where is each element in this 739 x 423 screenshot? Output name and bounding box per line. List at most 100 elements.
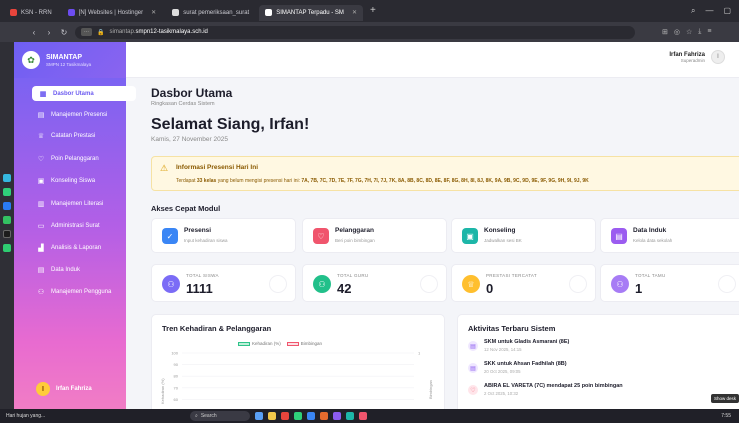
trophy-icon: ♕ (37, 132, 45, 140)
activity-time: 2 Oct 2025, 10:32 (484, 391, 519, 396)
alert-count: 33 kelas (196, 178, 217, 184)
y-tick-label: 70 (174, 385, 179, 390)
decor-circle (569, 275, 587, 293)
top-navbar: ✿ SIMANTAP SMPN 12 Tasikmalaya Irfan Fah… (14, 42, 739, 78)
main-content: Dasbor Utama Ringkasan Cerdas Sistem Sel… (126, 78, 739, 409)
alert-class-list: 7A, 7B, 7C, 7D, 7E, 7F, 7G, 7H, 7I, 7J, … (301, 178, 589, 184)
alert-prefix: Terdapat (176, 178, 197, 184)
quick-card-pelanggaran[interactable]: ♡ Pelanggaran Beri poin bimbingan (302, 218, 447, 253)
taskbar-app-icon[interactable] (255, 412, 263, 420)
chart-panel: Tren Kehadiran & Pelanggaran Kehadiran (… (151, 314, 445, 409)
document-icon: ▤ (468, 363, 478, 373)
legend-label: Kehadiran (%) (252, 341, 281, 346)
sidebar-app-icon[interactable] (3, 188, 11, 196)
sidebar-item-poin-pelanggaran[interactable]: ♡ Poin Pelanggaran (30, 151, 136, 166)
sidebar-app-icon[interactable] (3, 230, 11, 238)
stat-card-total-guru: ⚇ TOTAL GURU 42 (302, 264, 447, 302)
search-tabs-icon[interactable]: ⌕ (691, 6, 695, 16)
system-clock[interactable]: 7:55 (721, 413, 739, 419)
quick-card-data-induk[interactable]: ▤ Data Induk Kelola data sekolah (600, 218, 739, 253)
legend-item-bimbingan[interactable]: Bimbingan (286, 341, 322, 346)
taskbar-app-icon[interactable] (333, 412, 341, 420)
taskbar: Hari hujan yang... ⌕ Search 7:55 (0, 409, 739, 423)
reload-icon[interactable]: ↻ (60, 28, 68, 37)
favicon-icon (172, 9, 180, 16)
site-info-icon[interactable]: ⋯ (81, 28, 92, 36)
extension-icon[interactable]: ◎ (674, 28, 680, 36)
sidebar-user[interactable]: I Irfan Fahriza (36, 382, 92, 396)
minimize-icon[interactable]: — (705, 6, 713, 16)
menu-icon[interactable]: ≡ (707, 28, 711, 36)
quick-card-konseling[interactable]: ▣ Konseling Jadwalkan sesi BK (451, 218, 596, 253)
weather-widget[interactable]: Hari hujan yang... (0, 413, 130, 419)
quick-card-subtitle: Kelola data sekolah (633, 238, 673, 243)
sidebar: ▦ Dasbor Utama ▤ Manajemen Presensi ♕ Catat… (14, 78, 136, 409)
extension-icon[interactable]: ⊞ (662, 28, 668, 36)
trend-chart: 10090807060501Kehadiran (%)Bimbingan (160, 351, 433, 410)
sidebar-item-label: Manajemen Presensi (51, 111, 108, 118)
back-icon[interactable]: ‹ (30, 28, 38, 37)
sidebar-app-icon[interactable] (3, 202, 11, 210)
sidebar-item-manajemen-pengguna[interactable]: ⚇ Manajemen Pengguna (30, 284, 136, 299)
app-viewport: ✿ SIMANTAP SMPN 12 Tasikmalaya Irfan Fah… (14, 42, 739, 409)
taskbar-app-icon[interactable] (307, 412, 315, 420)
legend-item-kehadiran[interactable]: Kehadiran (%) (238, 341, 281, 346)
quick-card-presensi[interactable]: ✓ Presensi Input kehadiran siswa (151, 218, 296, 253)
sidebar-item-data-induk[interactable]: ▤ Data Induk (30, 262, 136, 277)
star-icon[interactable]: ☆ (686, 28, 692, 36)
sidebar-item-label: Manajemen Literasi (51, 200, 104, 207)
new-tab-icon[interactable]: + (367, 5, 379, 17)
y-tick-label: 100 (171, 351, 178, 356)
tab-label: [N] Websites | Hostinger (78, 9, 144, 16)
taskbar-app-icon[interactable] (359, 412, 367, 420)
maximize-icon[interactable]: ▢ (723, 6, 731, 16)
url-field[interactable]: ⋯ 🔒 simantap.smpn12-tasikmalaya.sch.id (75, 25, 635, 39)
user-name: Irfan Fahriza (669, 51, 705, 58)
sidebar-item-administrasi-surat[interactable]: ▭ Administrasi Surat (30, 218, 136, 233)
greeting-heading: Selamat Siang, Irfan! (151, 116, 310, 133)
close-icon[interactable]: ✕ (151, 9, 156, 16)
sidebar-app-icon[interactable] (3, 244, 11, 252)
sidebar-item-manajemen-literasi[interactable]: ▥ Manajemen Literasi (30, 196, 136, 211)
screen: KSN - RRN [N] Websites | Hostinger ✕ sura… (0, 0, 739, 423)
avatar[interactable]: I (711, 50, 725, 64)
close-icon[interactable]: ✕ (352, 9, 357, 16)
url-text: simantap.smpn12-tasikmalaya.sch.id (109, 29, 207, 35)
sidebar-item-konseling-siswa[interactable]: ▣ Konseling Siswa (30, 173, 136, 188)
forward-icon[interactable]: › (45, 28, 53, 37)
quick-card-subtitle: Input kehadiran siswa (184, 238, 228, 243)
browser-tab[interactable]: KSN - RRN (4, 5, 58, 21)
taskbar-app-icon[interactable] (320, 412, 328, 420)
taskbar-search[interactable]: ⌕ Search (190, 411, 250, 421)
stat-label: PRESTASI TERCATAT (486, 273, 537, 278)
chat-icon: ▣ (37, 177, 45, 185)
sidebar-app-icon[interactable] (3, 174, 11, 182)
sidebar-item-analisis-laporan[interactable]: ▟ Analisis & Laporan (30, 240, 136, 255)
taskbar-app-icon[interactable] (281, 412, 289, 420)
browser-tab[interactable]: [N] Websites | Hostinger ✕ (62, 5, 163, 21)
taskbar-app-icon[interactable] (346, 412, 354, 420)
extension-icons: ⊞ ◎ ☆ ⤓ ≡ (662, 28, 711, 36)
dashboard-icon: ▦ (39, 90, 47, 98)
tab-label: KSN - RRN (21, 9, 52, 16)
browser-tab-active[interactable]: SIMANTAP Terpadu - SM ✕ (259, 4, 363, 21)
brand[interactable]: ✿ SIMANTAP SMPN 12 Tasikmalaya (14, 42, 126, 78)
brand-subtitle: SMPN 12 Tasikmalaya (46, 61, 92, 67)
activity-time: 12 Nov 2025, 14:15 (484, 347, 522, 352)
stat-label: TOTAL TAMU (635, 273, 666, 278)
user-role: Superadmin (680, 57, 705, 63)
quick-card-title: Presensi (184, 227, 212, 234)
activity-item[interactable]: ♡ ABIRA EL VARETA (7C) mendapat 25 poin … (468, 383, 623, 396)
sidebar-app-icon[interactable] (3, 216, 11, 224)
sidebar-item-manajemen-presensi[interactable]: ▤ Manajemen Presensi (30, 107, 136, 122)
download-icon[interactable]: ⤓ (698, 28, 701, 36)
browser-tab[interactable]: surat pemeriksaan_surat (166, 5, 255, 21)
activity-item[interactable]: ▤ SKK untuk Ahsan Fadhilah (8B) 20 Oct 20… (468, 361, 567, 374)
sidebar-item-dasbor-utama[interactable]: ▦ Dasbor Utama (32, 86, 136, 101)
taskbar-app-icon[interactable] (294, 412, 302, 420)
taskbar-app-icon[interactable] (268, 412, 276, 420)
activity-item[interactable]: ▤ SKM untuk Gladis Asmarani (8E) 12 Nov 2… (468, 339, 569, 352)
sidebar-item-catatan-prestasi[interactable]: ♕ Catatan Prestasi (30, 128, 136, 143)
user-menu[interactable]: Irfan Fahriza Superadmin I (669, 50, 725, 64)
y-tick-label: 60 (174, 397, 179, 402)
